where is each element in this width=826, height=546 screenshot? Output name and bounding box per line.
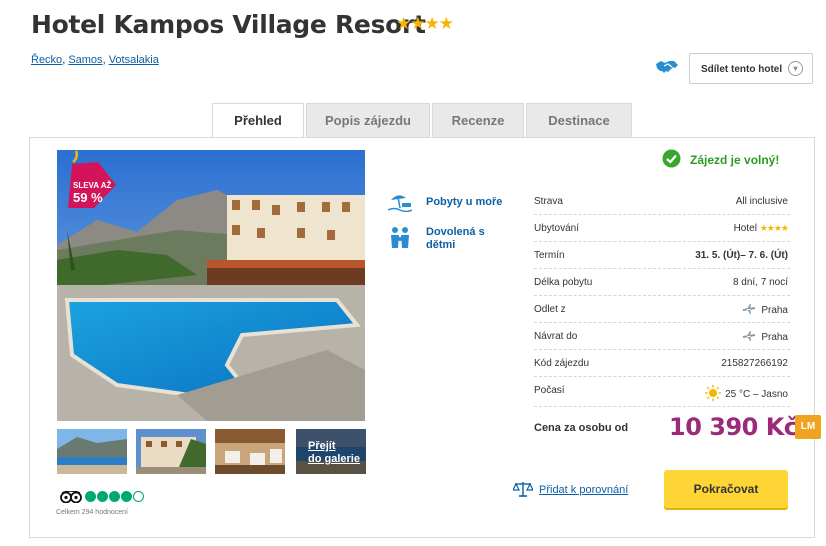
plane-icon xyxy=(743,304,756,314)
detail-label: Počasí xyxy=(534,385,565,396)
gallery-thumb[interactable] xyxy=(136,429,206,474)
tripadvisor-rating xyxy=(85,491,145,502)
beach-icon xyxy=(388,195,412,212)
price-label: Cena za osobu od xyxy=(534,422,629,434)
feature-link[interactable]: Pobyty u moře xyxy=(426,196,502,209)
detail-value: Praha xyxy=(761,332,788,343)
chevron-down-icon: ▾ xyxy=(788,61,803,76)
gallery-thumb[interactable] xyxy=(57,429,127,474)
detail-row: Počasí 25 °C – Jasno xyxy=(534,377,790,407)
feature-link[interactable]: Dovolená s dětmi xyxy=(426,226,506,252)
scales-icon[interactable] xyxy=(513,481,533,497)
detail-label: Kód zájezdu xyxy=(534,358,590,369)
accommodation-stars: ★★★★ xyxy=(759,223,789,233)
detail-value-group: Hotel ★★★★ xyxy=(733,223,789,234)
detail-value: 215827266192 xyxy=(721,358,788,369)
tab-overview[interactable]: Přehled xyxy=(212,103,304,138)
tripadvisor-owl-icon xyxy=(60,491,82,503)
gallery-link[interactable]: Přejít do galerie xyxy=(308,440,360,466)
rating-dot-filled xyxy=(97,491,108,502)
detail-value: Hotel xyxy=(733,223,757,234)
hotel-title: Hotel Kampos Village Resort xyxy=(31,10,426,39)
tab-description[interactable]: Popis zájezdu xyxy=(306,103,430,137)
share-hotel-label: Sdílet tento hotel xyxy=(701,64,783,75)
detail-value: All inclusive xyxy=(735,196,788,207)
tab-destination[interactable]: Destinace xyxy=(526,103,632,137)
detail-value: 8 dní, 7 nocí xyxy=(732,277,788,288)
detail-row: Délka pobytu 8 dní, 7 nocí xyxy=(534,269,790,296)
tab-bar: Přehled Popis zájezdu Recenze Destinace xyxy=(212,103,634,138)
rating-dot-filled xyxy=(109,491,120,502)
family-icon xyxy=(391,227,409,248)
detail-label: Odlet z xyxy=(534,304,566,315)
detail-row: Termín 31. 5. (Út)– 7. 6. (Út) xyxy=(534,242,790,269)
detail-value: 31. 5. (Út)– 7. 6. (Út) xyxy=(695,250,788,261)
check-circle-icon xyxy=(662,149,681,168)
rating-dot-filled xyxy=(121,491,132,502)
detail-label: Termín xyxy=(534,250,565,261)
add-to-compare-link[interactable]: Přidat k porovnání xyxy=(539,484,628,496)
sale-badge-value: 59 % xyxy=(73,190,103,205)
breadcrumb-country-link[interactable]: Řecko xyxy=(31,54,62,66)
share-hotel-button[interactable]: Sdílet tento hotel ▾ xyxy=(689,53,813,84)
availability-status: Zájezd je volný! xyxy=(690,153,780,167)
detail-value: Praha xyxy=(761,305,788,316)
detail-value: 25 °C – Jasno xyxy=(725,389,788,400)
plane-icon xyxy=(743,331,756,341)
detail-label: Strava xyxy=(534,196,563,207)
detail-row: Strava All inclusive xyxy=(534,188,790,215)
detail-label: Návrat do xyxy=(534,331,578,342)
detail-label: Ubytování xyxy=(534,223,580,234)
hotel-stars-rating: ★★★★ xyxy=(396,14,454,33)
breadcrumb: Řecko, Samos, Votsalakia xyxy=(31,54,159,66)
sale-badge-label: SLEVA AŽ xyxy=(73,181,112,190)
price-value: 10 390 Kč xyxy=(669,413,798,441)
rating-dot-filled xyxy=(85,491,96,502)
detail-row: Odlet z Praha xyxy=(534,296,790,323)
detail-value-group: 25 °C – Jasno xyxy=(705,385,788,401)
detail-value-group: Praha xyxy=(743,304,788,316)
sun-icon xyxy=(705,385,722,401)
detail-label: Délka pobytu xyxy=(534,277,593,288)
gallery-thumb[interactable] xyxy=(215,429,285,474)
detail-row: Návrat do Praha xyxy=(534,323,790,350)
detail-value-group: Praha xyxy=(743,331,788,343)
breadcrumb-island-link[interactable]: Samos xyxy=(68,54,102,66)
tab-reviews[interactable]: Recenze xyxy=(432,103,524,137)
rating-dot-empty xyxy=(133,491,144,502)
continue-button[interactable]: Pokračovat xyxy=(664,470,788,508)
detail-row: Kód zájezdu 215827266192 xyxy=(534,350,790,377)
detail-row: Ubytování Hotel ★★★★ xyxy=(534,215,790,242)
handshake-icon[interactable] xyxy=(655,58,679,76)
review-count: Celkem 294 hodnocení xyxy=(56,509,128,516)
breadcrumb-place-link[interactable]: Votsalakia xyxy=(109,54,159,66)
last-minute-badge: LM xyxy=(795,415,821,439)
